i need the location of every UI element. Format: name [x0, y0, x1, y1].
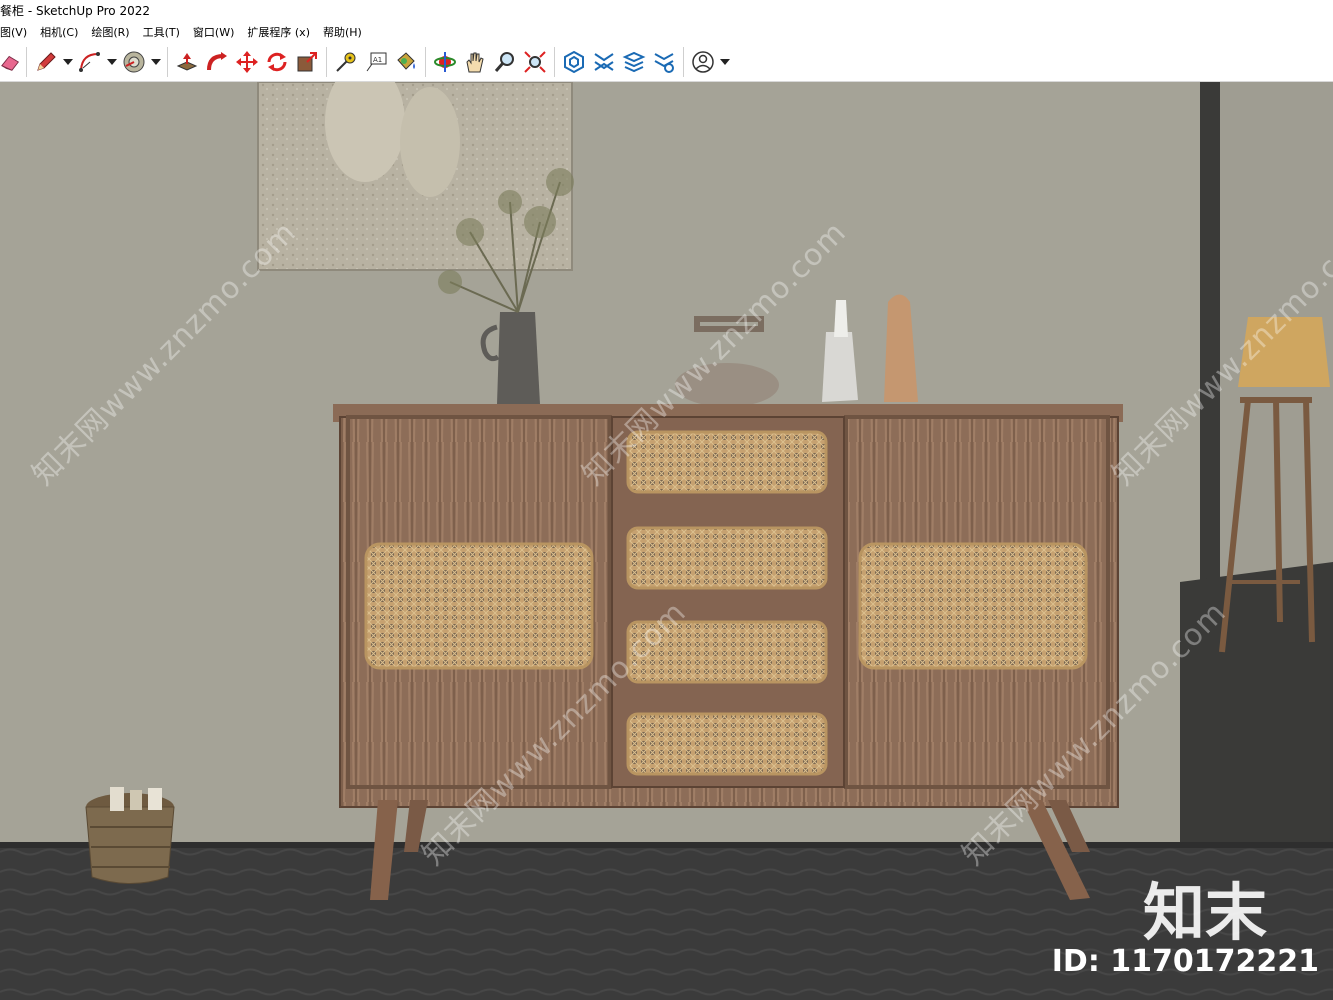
white-sculpture [822, 332, 858, 402]
tape-measure-tool-button[interactable] [331, 47, 361, 77]
move-icon [236, 50, 258, 73]
extension-warehouse-button[interactable] [589, 47, 619, 77]
toolbar: A1 [0, 42, 1333, 82]
toolbar-separator [26, 46, 27, 77]
scale-tool-button[interactable] [292, 47, 322, 77]
wall-art-shape [400, 87, 460, 197]
rattan-drawer [626, 430, 828, 494]
zoom-extents-icon [524, 50, 546, 73]
chevron-down-icon [720, 58, 730, 65]
extension-warehouse-icon [594, 52, 614, 71]
text-icon: A1 [366, 52, 387, 71]
model-scene [0, 82, 1333, 1000]
rotate-tool-button[interactable] [262, 47, 292, 77]
pencil-icon [37, 51, 56, 71]
text-tool-button[interactable]: A1 [361, 47, 391, 77]
scale-icon [297, 51, 317, 71]
extension-manager-button[interactable] [649, 47, 679, 77]
account-dropdown[interactable] [718, 47, 732, 77]
protractor-dropdown[interactable] [149, 47, 163, 77]
push-pull-tool-button[interactable] [172, 47, 202, 77]
pan-tool-button[interactable] [460, 47, 490, 77]
paint-bucket-icon [397, 51, 415, 70]
pencil-dropdown[interactable] [61, 47, 75, 77]
push-pull-icon [176, 52, 198, 71]
eraser-tool-button[interactable] [0, 47, 22, 77]
toolbar-separator [425, 46, 426, 77]
menu-tools[interactable]: 工具(T) [143, 24, 187, 40]
rattan-drawer [626, 526, 828, 590]
arc-dropdown[interactable] [105, 47, 119, 77]
zoom-tool-button[interactable] [490, 47, 520, 77]
paint-bucket-tool-button[interactable] [391, 47, 421, 77]
rattan-panel [364, 542, 594, 670]
menu-help[interactable]: 帮助(H) [323, 24, 369, 40]
orbit-icon [434, 51, 456, 72]
follow-me-icon [207, 51, 227, 70]
rattan-panel [858, 542, 1088, 670]
model-viewport[interactable]: 知末网www.znzmo.com 知末网www.znzmo.com 知末网www… [0, 82, 1333, 1000]
toolbar-separator [326, 46, 327, 77]
window-title: 餐柜 - SketchUp Pro 2022 [0, 0, 1333, 22]
brand-logo-text: 知末 [1142, 876, 1267, 949]
pan-icon [466, 52, 484, 72]
menu-extensions[interactable]: 扩展程序 (x) [247, 24, 317, 40]
protractor-icon [123, 51, 145, 72]
toolbar-separator [554, 46, 555, 77]
svg-text:A1: A1 [373, 56, 382, 64]
protractor-tool-button[interactable] [119, 47, 149, 77]
account-button[interactable] [688, 47, 718, 77]
follow-me-tool-button[interactable] [202, 47, 232, 77]
menu-camera[interactable]: 相机(C) [40, 24, 85, 40]
rotate-icon [267, 52, 287, 71]
extension-manager-icon [654, 52, 674, 73]
arc-icon [79, 51, 100, 72]
menu-bar: 图(V) 相机(C) 绘图(R) 工具(T) 窗口(W) 扩展程序 (x) 帮助… [0, 22, 1333, 42]
layout-button[interactable] [619, 47, 649, 77]
arc-tool-button[interactable] [75, 47, 105, 77]
layout-icon [622, 51, 646, 72]
toolbar-separator [167, 46, 168, 77]
menu-draw[interactable]: 绘图(R) [91, 24, 136, 40]
warehouse-button[interactable] [559, 47, 589, 77]
orbit-tool-button[interactable] [430, 47, 460, 77]
menu-view[interactable]: 图(V) [0, 24, 34, 40]
move-tool-button[interactable] [232, 47, 262, 77]
chevron-down-icon [151, 58, 161, 65]
asset-id-label: ID: 1170172221 [1051, 944, 1319, 979]
tape-measure-icon [336, 52, 356, 72]
pencil-tool-button[interactable] [31, 47, 61, 77]
toolbar-separator [683, 46, 684, 77]
eraser-icon [1, 55, 20, 71]
zoom-extents-tool-button[interactable] [520, 47, 550, 77]
menu-window[interactable]: 窗口(W) [193, 24, 241, 40]
chevron-down-icon [107, 58, 117, 65]
white-sculpture-top [834, 300, 848, 337]
account-icon [692, 50, 714, 73]
basket [85, 787, 175, 884]
floor-edge [0, 842, 1333, 848]
zoom-icon [494, 51, 514, 72]
chevron-down-icon [63, 58, 73, 65]
warehouse-icon [564, 50, 584, 73]
rattan-drawer [626, 712, 828, 776]
